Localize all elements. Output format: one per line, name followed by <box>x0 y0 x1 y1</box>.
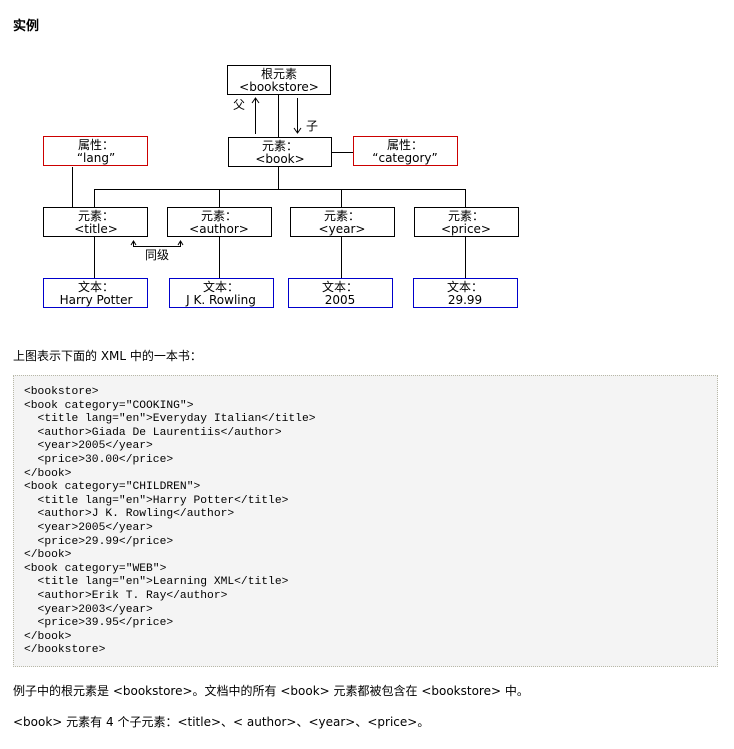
node-label: 元素： <box>262 139 298 153</box>
node-value: 29.99 <box>448 293 482 307</box>
node-element-title: 元素： <title> <box>43 207 148 237</box>
node-attribute-category: 属性： “category” <box>353 136 458 166</box>
node-tag: <book> <box>255 152 304 166</box>
node-label: 元素： <box>324 209 360 223</box>
node-element-price: 元素： <price> <box>414 207 519 237</box>
node-tag: <author> <box>189 222 249 236</box>
node-root-bookstore: 根元素 <bookstore> <box>227 65 331 95</box>
node-attribute-lang: 属性： “lang” <box>43 136 148 166</box>
node-label: 根元素 <box>261 67 297 81</box>
node-tag: <bookstore> <box>239 80 319 94</box>
node-tag: <year> <box>319 222 366 236</box>
xml-code-block: <bookstore> <book category="COOKING"> <t… <box>13 375 718 667</box>
node-label: 文本： <box>203 279 239 294</box>
intro-text: 上图表示下面的 XML 中的一本书： <box>13 349 202 363</box>
node-value: 2005 <box>325 293 356 307</box>
node-label: 元素： <box>78 209 114 223</box>
node-label: 元素： <box>201 209 237 223</box>
node-label: 文本： <box>78 279 114 294</box>
node-value: “lang” <box>77 151 115 165</box>
node-label: 属性： <box>78 138 114 152</box>
node-value: Harry Potter <box>60 293 133 307</box>
node-element-year: 元素： <year> <box>290 207 395 237</box>
parent-label: 父 <box>233 98 245 112</box>
node-text-price: 文本： 29.99 <box>413 278 518 308</box>
node-text-year: 文本： 2005 <box>288 278 393 308</box>
child-label: 子 <box>306 119 318 133</box>
node-tag: <price> <box>441 222 491 236</box>
node-element-author: 元素： <author> <box>167 207 272 237</box>
sibling-connector <box>133 242 181 247</box>
xml-node-tree-diagram: 根元素 <bookstore> 父 子 元素： <book> 属性： “lang… <box>43 65 519 308</box>
node-label: 属性： <box>387 138 423 152</box>
sibling-label: 同级 <box>145 248 169 262</box>
node-label: 元素： <box>448 209 484 223</box>
node-label: 文本： <box>322 279 358 294</box>
node-tag: <title> <box>74 222 118 236</box>
node-label: 文本： <box>447 279 483 294</box>
child-elements-paragraph: <book> 元素有 4 个子元素：<title>、< author>、<yea… <box>13 715 430 729</box>
node-value: J K. Rowling <box>185 293 256 307</box>
root-element-paragraph: 例子中的根元素是 <bookstore>。文档中的所有 <book> 元素都被包… <box>13 684 529 698</box>
xml-code: <bookstore> <book category="COOKING"> <t… <box>24 386 316 657</box>
node-book: 元素： <book> <box>228 137 332 167</box>
node-text-title: 文本： Harry Potter <box>43 278 148 308</box>
node-text-author: 文本： J K. Rowling <box>169 278 274 308</box>
connector-lines <box>72 95 466 278</box>
node-value: “category” <box>372 151 437 165</box>
